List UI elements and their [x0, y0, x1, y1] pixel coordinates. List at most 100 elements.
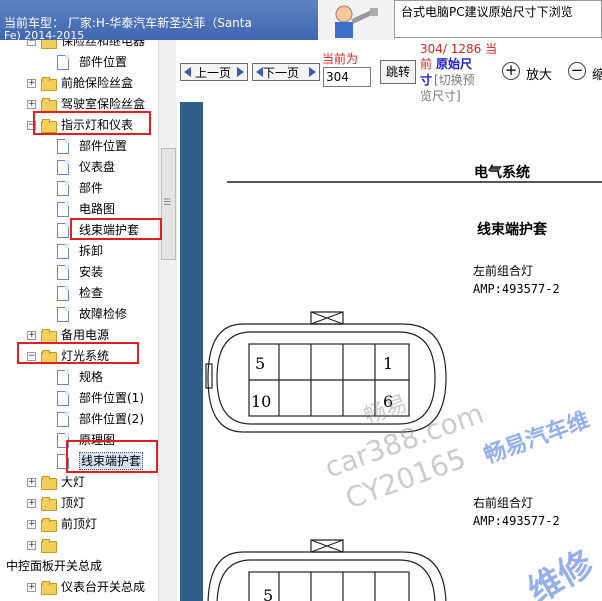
tree-item[interactable]: 检查	[0, 283, 158, 303]
page-icon	[57, 307, 69, 322]
tree-item-label: 规格	[79, 370, 104, 384]
grip-icon: ☰	[163, 198, 172, 208]
tree-item[interactable]: 安装	[0, 262, 158, 282]
tree-item[interactable]: 电路图	[0, 199, 158, 219]
title-bar: 当前车型： 厂家:H-华泰汽车新圣达菲（Santa Fe) 2014-2015	[0, 0, 318, 42]
pin-label: 10	[251, 392, 272, 411]
tree-item[interactable]: + 前顶灯	[0, 514, 158, 534]
folder-icon	[41, 539, 57, 553]
tree-item[interactable]: 规格	[0, 367, 158, 387]
connector-2-part: AMP:493577-2	[473, 514, 560, 528]
prev-page-button[interactable]: 上一页	[180, 63, 248, 81]
highlight-box	[17, 342, 139, 364]
page-number-input[interactable]	[323, 67, 371, 87]
tree-item-label: 部件位置(1)	[79, 391, 144, 405]
page-icon	[57, 412, 69, 427]
expand-icon[interactable]: +	[27, 79, 36, 88]
minus-circle-icon: −	[568, 62, 586, 80]
page-icon	[57, 244, 69, 259]
page-icon	[57, 202, 69, 217]
arrow-left-icon	[256, 67, 263, 77]
tree-item[interactable]: + 前舱保险丝盒	[0, 73, 158, 93]
tree-item-label: 前顶灯	[61, 517, 98, 531]
tree-item-label: 安装	[79, 265, 104, 279]
page-icon	[57, 286, 69, 301]
pin-label: 1	[383, 354, 394, 373]
tree-item-label: 中控面板开关总成	[6, 559, 103, 573]
tree-item[interactable]: + 顶灯	[0, 493, 158, 513]
tree-item[interactable]: − 保险丝和继电器	[0, 40, 158, 51]
page-icon	[57, 391, 69, 406]
page-icon	[57, 223, 69, 238]
current-page-label: 当前为	[322, 52, 359, 66]
tree-scrollbar[interactable]: ☰	[158, 40, 177, 601]
tree-item[interactable]: 部件位置(1)	[0, 388, 158, 408]
expand-icon[interactable]: +	[27, 478, 36, 487]
mascot-logo	[318, 0, 395, 40]
jump-button[interactable]: 跳转	[380, 60, 416, 84]
tree-item[interactable]: 中控面板开关总成	[0, 556, 158, 576]
collapse-icon[interactable]: −	[27, 40, 36, 46]
tree-item-label: 检查	[79, 286, 104, 300]
page-icon	[57, 181, 69, 196]
tree-item-label: 前舱保险丝盒	[61, 76, 134, 90]
page-icon	[57, 265, 69, 280]
expand-icon[interactable]: +	[27, 583, 36, 592]
page-icon	[57, 139, 69, 154]
connector-2-name: 右前组合灯	[473, 496, 534, 510]
pin-label: 5	[255, 354, 266, 373]
highlight-box	[70, 218, 162, 240]
tree-item-label: 电路图	[79, 202, 116, 216]
folder-icon	[41, 40, 57, 49]
tree-item[interactable]: + 大灯	[0, 472, 158, 492]
expand-icon[interactable]: +	[27, 499, 36, 508]
expand-icon[interactable]: +	[27, 541, 36, 550]
tree-item[interactable]: 部件位置(2)	[0, 409, 158, 429]
tree-item[interactable]: 部件	[0, 178, 158, 198]
tree-item-label: 拆卸	[79, 244, 104, 258]
page-icon	[57, 160, 69, 175]
next-page-button[interactable]: 下一页	[252, 63, 320, 81]
tree-item[interactable]: + 仪表台开关总成	[0, 577, 158, 597]
page-toolbar: 上一页 下一页 当前为 跳转 304/ 1286 当 前 原始尺 寸 [切换预 …	[176, 40, 602, 103]
expand-icon[interactable]: +	[27, 100, 36, 109]
folder-icon	[41, 77, 57, 91]
folder-icon	[41, 518, 57, 532]
zoom-out-button[interactable]: − 缩	[568, 62, 602, 82]
tree-item-label: 保险丝和继电器	[61, 40, 146, 48]
tree-item[interactable]: 故障检修	[0, 304, 158, 324]
browse-tip: 台式电脑PC建议原始尺寸下浏览	[394, 0, 602, 38]
mechanic-icon	[335, 5, 378, 38]
arrow-right-icon	[237, 67, 244, 77]
arrow-left-icon	[184, 67, 191, 77]
tree-item[interactable]: 拆卸	[0, 241, 158, 261]
tree-item-label: 部件位置	[79, 139, 128, 153]
tree-item-label: 部件位置	[79, 55, 128, 69]
highlight-box	[33, 111, 151, 135]
zoom-in-button[interactable]: + 放大	[502, 62, 558, 83]
arrow-right-icon	[309, 67, 316, 77]
folder-icon	[41, 476, 57, 490]
pin-label: 5	[263, 586, 274, 601]
expand-icon[interactable]: +	[27, 520, 36, 529]
page-icon	[57, 55, 69, 70]
plus-circle-icon: +	[502, 62, 520, 80]
tree-item-label: 仪表台开关总成	[61, 580, 146, 594]
tree-item-label: 部件	[79, 181, 104, 195]
switch-preview-link[interactable]: [切换预	[434, 71, 475, 88]
tree-item-label: 故障检修	[79, 307, 128, 321]
tree-item[interactable]: 仪表盘	[0, 157, 158, 177]
page-icon	[57, 370, 69, 385]
original-size-link[interactable]: 原始尺	[436, 55, 472, 72]
highlight-box	[66, 440, 158, 473]
tree-item-label: 大灯	[61, 475, 86, 489]
tree-item[interactable]: 部件位置	[0, 52, 158, 72]
folder-icon	[41, 581, 57, 595]
tree-item[interactable]: +	[0, 535, 158, 555]
tree-item-label: 顶灯	[61, 496, 86, 510]
tree-item[interactable]: 部件位置	[0, 136, 158, 156]
expand-icon[interactable]: +	[27, 331, 36, 340]
folder-icon	[41, 497, 57, 511]
document-page[interactable]: 电气系统 线束端护套 左前组合灯 AMP:493577-2 5 1 10 6 5…	[203, 102, 602, 601]
tree-item-label: 部件位置(2)	[79, 412, 144, 426]
